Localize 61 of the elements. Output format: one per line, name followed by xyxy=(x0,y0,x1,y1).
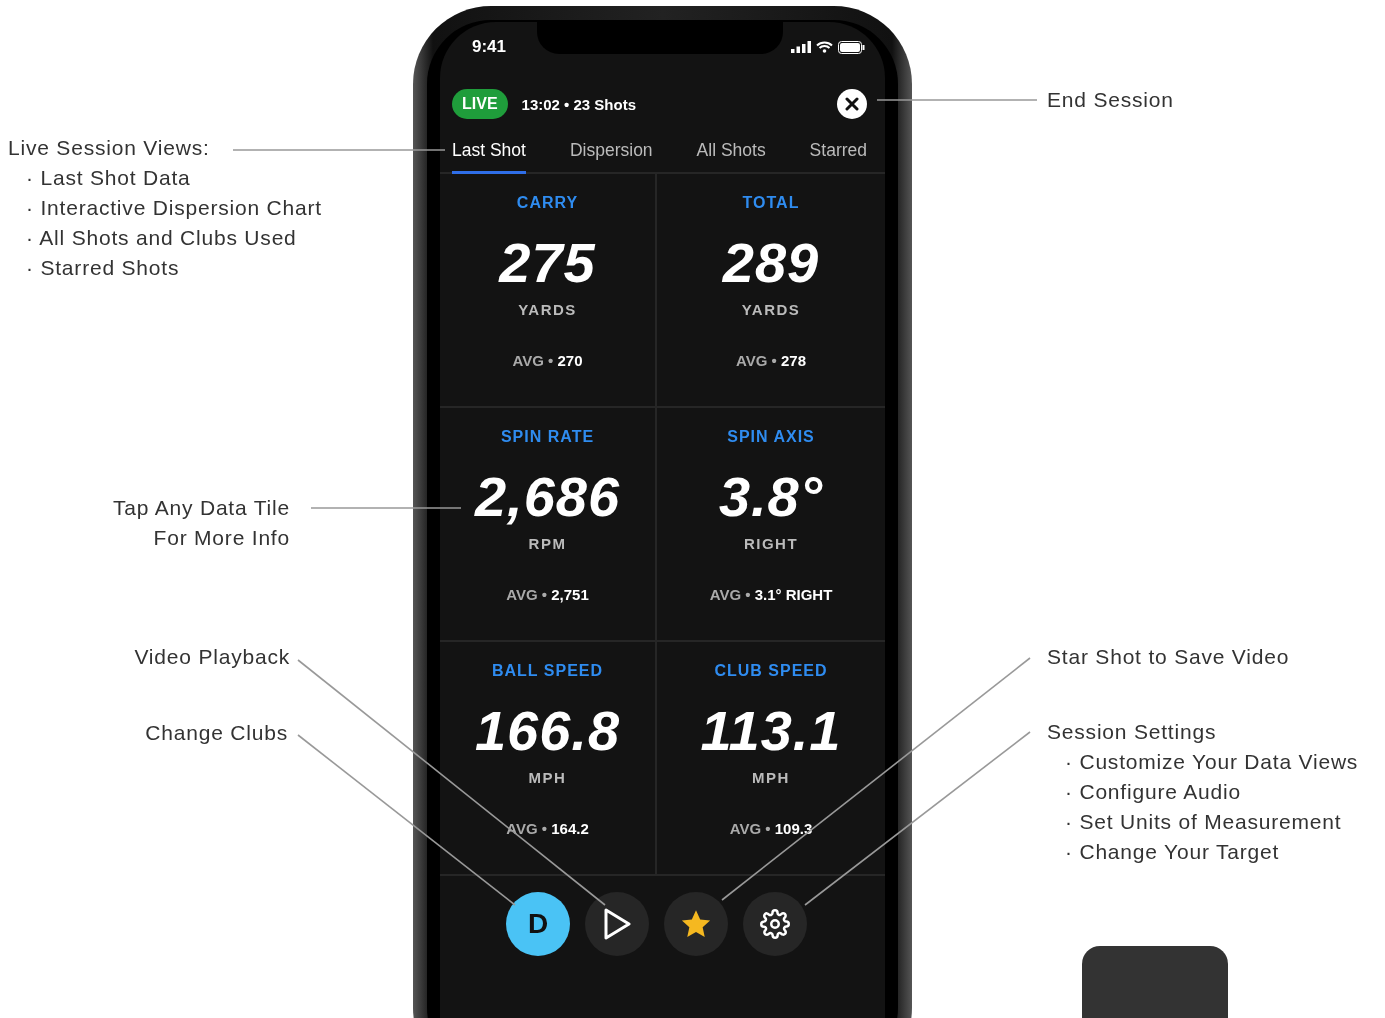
tile-label: BALL SPEED xyxy=(491,662,604,680)
data-tile[interactable]: CLUB SPEED 113.1 MPH AVG • 109.3 xyxy=(657,642,885,876)
tile-average: AVG • 3.1° RIGHT xyxy=(709,586,833,603)
view-tab[interactable]: Last Shot xyxy=(452,132,526,174)
tile-value: 2,686 xyxy=(474,464,621,529)
tile-average: AVG • 2,751 xyxy=(506,586,589,603)
tile-average: AVG • 164.2 xyxy=(506,820,589,837)
data-tile[interactable]: SPIN AXIS 3.8° RIGHT AVG • 3.1° RIGHT xyxy=(657,408,885,642)
star-icon xyxy=(680,909,712,939)
callout-title: Star Shot to Save Video xyxy=(1047,644,1290,670)
data-tile[interactable]: CARRY 275 YARDS AVG • 270 xyxy=(440,174,657,408)
settings-icon xyxy=(760,909,790,939)
tile-average: AVG • 270 xyxy=(512,352,583,369)
tile-unit: YARDS xyxy=(518,301,577,318)
tile-average: AVG • 278 xyxy=(736,352,806,369)
view-tab[interactable]: All Shots xyxy=(696,132,766,174)
callout-bullet: · Configure Audio xyxy=(1064,779,1241,805)
signal-icon xyxy=(791,41,811,53)
tile-unit: MPH xyxy=(752,769,790,786)
callout-bullet: · Last Shot Data xyxy=(25,165,191,191)
tile-unit: YARDS xyxy=(741,301,801,318)
play-icon xyxy=(603,908,631,940)
data-tile[interactable]: BALL SPEED 166.8 MPH AVG • 164.2 xyxy=(440,642,657,876)
callout-title: Change Clubs xyxy=(145,720,288,746)
close-icon xyxy=(845,97,859,111)
close-button[interactable] xyxy=(837,89,867,119)
battery-icon xyxy=(838,40,865,54)
live-badge: LIVE xyxy=(452,89,508,119)
tile-average: AVG • 109.3 xyxy=(729,820,813,837)
callout-bullet: · Interactive Dispersion Chart xyxy=(25,195,322,221)
tile-value: 166.8 xyxy=(474,698,621,763)
callout-bullet: · All Shots and Clubs Used xyxy=(25,225,297,251)
callout-bullet: · Set Units of Measurement xyxy=(1064,809,1342,835)
tile-unit: RPM xyxy=(528,535,567,552)
wifi-icon xyxy=(816,41,833,53)
tile-label: TOTAL xyxy=(742,194,800,212)
tile-unit: RIGHT xyxy=(743,535,799,552)
session-summary: 13:02 • 23 Shots xyxy=(521,95,638,113)
club-button[interactable]: D xyxy=(506,892,570,956)
tile-value: 289 xyxy=(722,230,820,295)
callout-title: Session Settings xyxy=(1047,719,1217,745)
tile-label: CARRY xyxy=(516,194,579,212)
tile-unit: MPH xyxy=(528,769,567,786)
tile-label: SPIN AXIS xyxy=(727,428,815,446)
data-tile[interactable]: TOTAL 289 YARDS AVG • 278 xyxy=(657,174,885,408)
tile-value: 275 xyxy=(499,230,596,295)
view-tab[interactable]: Dispersion xyxy=(569,132,653,174)
view-tab[interactable]: Starred xyxy=(809,132,867,174)
callout-bullet: · Customize Your Data Views xyxy=(1064,749,1359,775)
callout-bullet: · Starred Shots xyxy=(25,255,180,281)
tile-value: 3.8° xyxy=(718,464,824,529)
callout-title: Video Playback xyxy=(134,644,290,670)
status-time: 9:41 xyxy=(472,37,507,57)
callout-bullet: · Change Your Target xyxy=(1064,839,1280,865)
callout-title: End Session xyxy=(1047,87,1174,113)
callout-title: Tap Any Data Tile For More Info xyxy=(111,495,290,551)
callout-title: Live Session Views: xyxy=(8,135,210,161)
data-tile[interactable]: SPIN RATE 2,686 RPM AVG • 2,751 xyxy=(440,408,657,642)
tile-value: 113.1 xyxy=(700,698,842,763)
tile-label: SPIN RATE xyxy=(500,428,595,446)
tile-label: CLUB SPEED xyxy=(714,662,828,680)
